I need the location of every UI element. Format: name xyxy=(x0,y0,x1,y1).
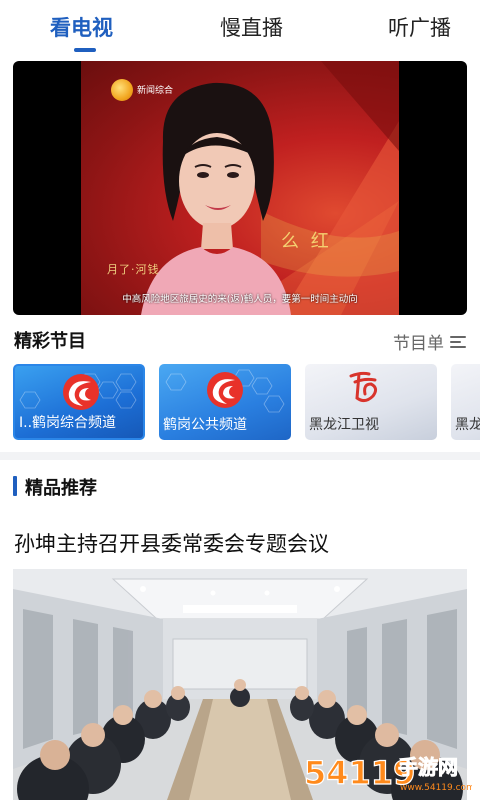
active-tab-indicator xyxy=(74,48,96,52)
recommend-section-title: 精品推荐 xyxy=(25,478,97,499)
channel-emblem-icon xyxy=(349,371,378,403)
site-watermark-logo: 54119 手游网 www.54119.com.cn xyxy=(303,753,472,793)
schedule-label: 节目单 xyxy=(393,334,444,354)
list-icon xyxy=(450,335,466,349)
video-subtitle: 中高风险地区旅居史的来(返)鹤人员，要第一时间主动向 xyxy=(122,294,358,305)
section-accent-bar xyxy=(13,476,17,496)
channel-emblem-icon xyxy=(207,372,243,408)
channel-card-name: 黑龙 xyxy=(455,417,480,433)
channel-card-name: 黑龙江卫视 xyxy=(309,417,379,433)
channel-card-name: 鹤岗公共频道 xyxy=(163,417,247,433)
presenter-figure xyxy=(141,82,291,315)
section-divider xyxy=(0,452,480,460)
video-frame: 新闻综合 么 红 月了·河钱 中高风险地区旅居史的来(返)鹤人员，要第一时间主动… xyxy=(81,61,399,315)
channel-card-heilongjiang[interactable]: 黑龙江卫视 xyxy=(305,364,437,440)
news-headline[interactable]: 孙坤主持召开县委常委会专题会议 xyxy=(14,528,329,558)
channel-card-hegang-general[interactable]: I..鹤岗综合频道 xyxy=(13,364,145,440)
svg-text:www.54119.com.cn: www.54119.com.cn xyxy=(400,783,472,793)
video-player[interactable]: 新闻综合 么 红 月了·河钱 中高风险地区旅居史的来(返)鹤人员，要第一时间主动… xyxy=(13,61,467,315)
programs-section-title: 精彩节目 xyxy=(14,331,86,352)
tab-watch-tv[interactable]: 看电视 xyxy=(50,12,113,42)
channel-logo-icon xyxy=(111,79,133,101)
channel-emblem-icon xyxy=(63,374,99,410)
schedule-link[interactable]: 节目单 xyxy=(393,329,466,354)
channel-card-name: I..鹤岗综合频道 xyxy=(19,415,117,431)
top-tab-bar: 看电视 慢直播 听广播 xyxy=(0,0,480,58)
channel-card-hegang-public[interactable]: 鹤岗公共频道 xyxy=(159,364,291,440)
tab-radio[interactable]: 听广播 xyxy=(388,12,451,42)
overlay-text: 么 红 xyxy=(281,231,332,252)
tab-slow-live[interactable]: 慢直播 xyxy=(220,12,283,42)
lower-third-text: 月了·河钱 xyxy=(107,263,160,276)
channel-card-row: I..鹤岗综合频道 鹤岗公共频道 黑龙江卫视 黑龙 xyxy=(13,364,480,442)
channel-card-partial[interactable]: 黑龙 xyxy=(451,364,480,440)
svg-text:手游网: 手游网 xyxy=(398,755,458,779)
